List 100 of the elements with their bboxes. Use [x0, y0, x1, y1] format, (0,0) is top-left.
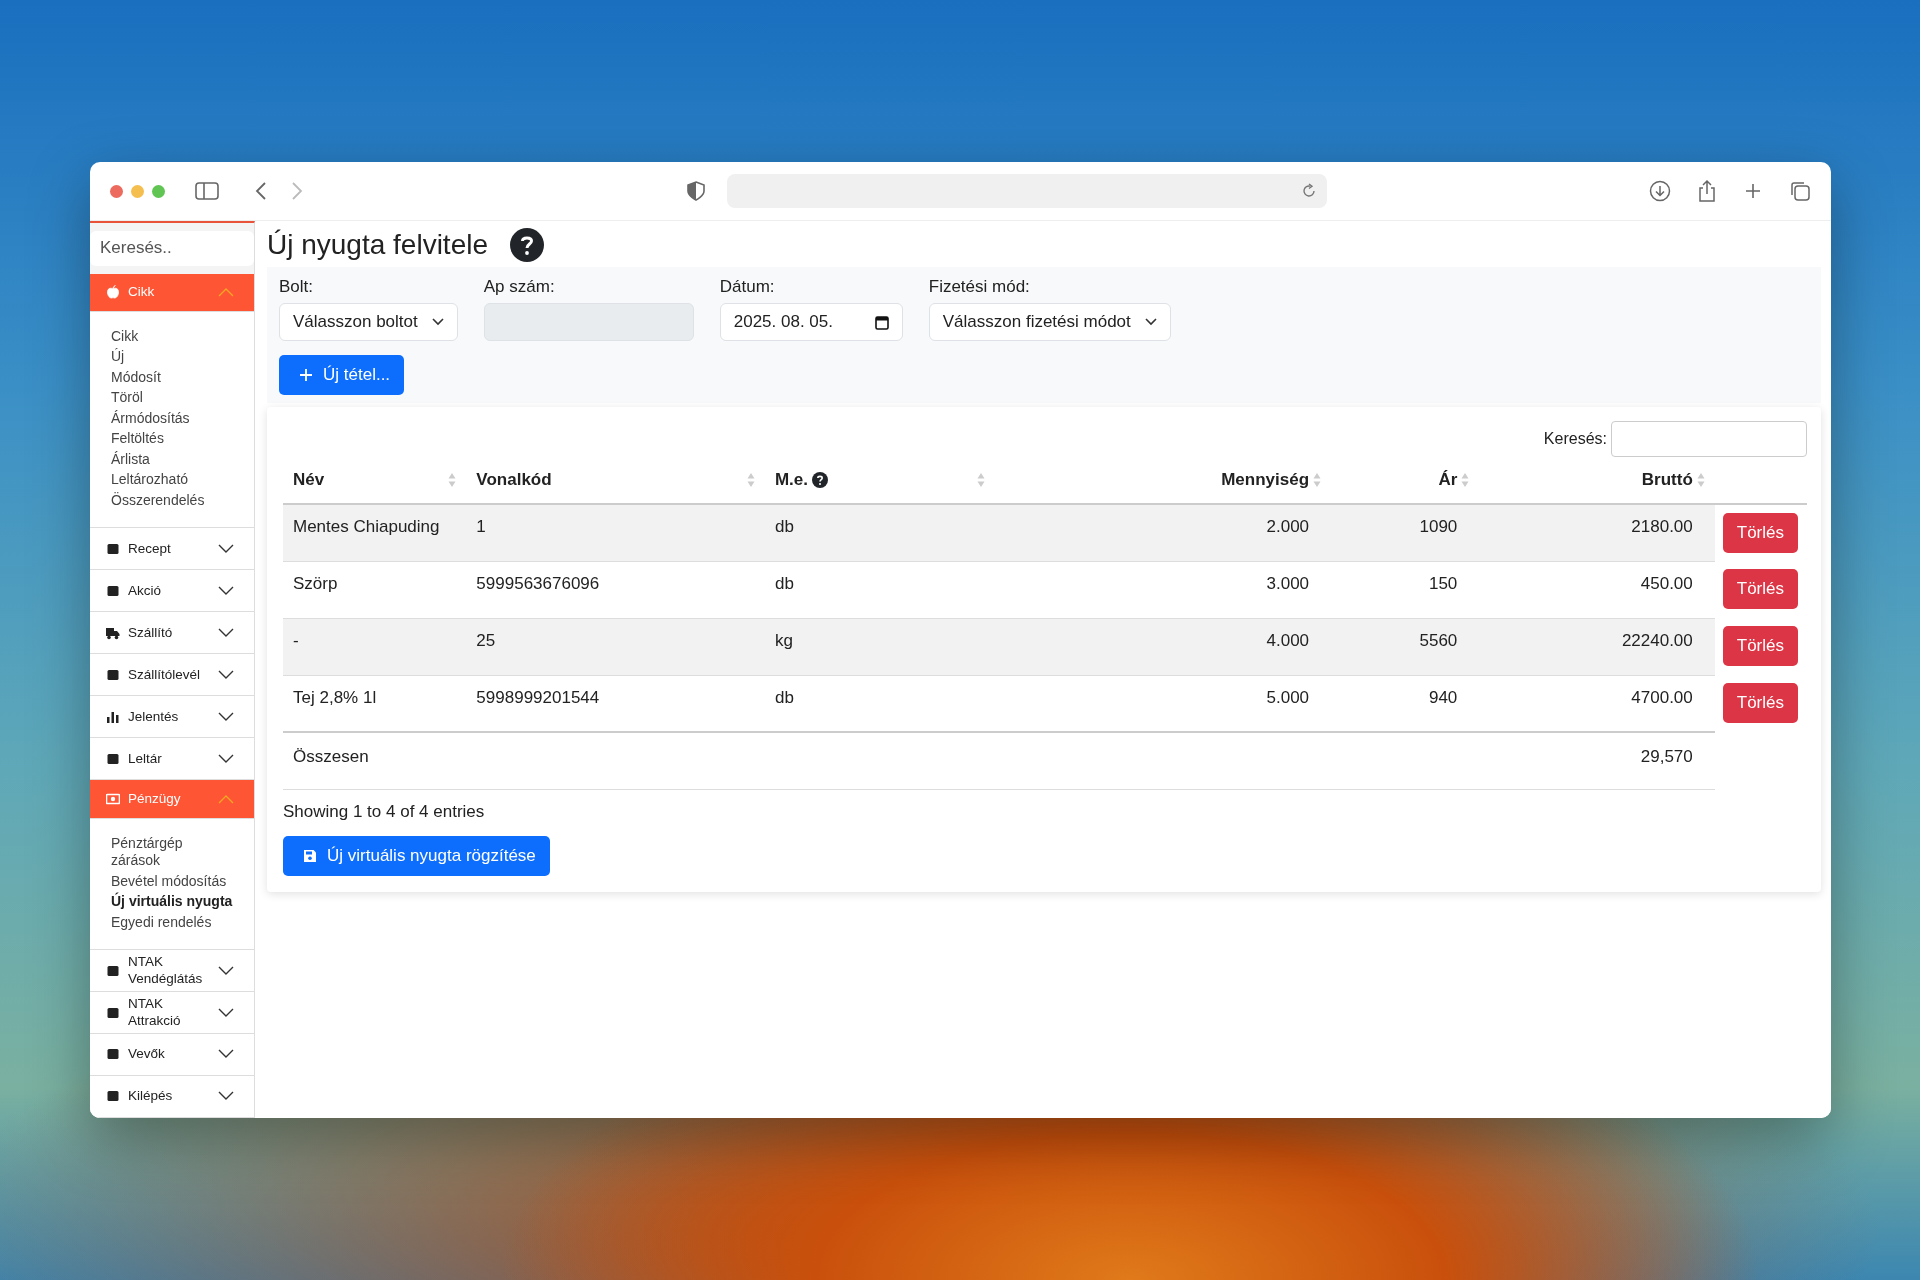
close-window-icon[interactable]	[110, 184, 123, 198]
sidebar-section-header[interactable]: Szállító	[90, 612, 254, 655]
sidebar-link[interactable]: Bevétel módosítás	[111, 872, 235, 891]
delete-button[interactable]: Törlés	[1722, 513, 1798, 553]
input-field[interactable]	[483, 303, 694, 341]
table-cell: db	[764, 675, 996, 732]
plus-icon[interactable]	[1743, 181, 1763, 201]
money-icon	[106, 791, 120, 806]
chevron-icon	[218, 793, 234, 804]
table-cell: Szörp	[283, 561, 467, 618]
chevron-icon	[218, 1091, 234, 1102]
sidebar-link[interactable]: Leltározható	[111, 471, 235, 489]
calendar-icon[interactable]	[874, 314, 889, 330]
add-item-button[interactable]: Új tétel...	[279, 355, 405, 395]
sidebar-section-header[interactable]: Recept	[90, 528, 254, 571]
dropdown[interactable]: Válasszon fizetési módot	[928, 303, 1171, 341]
chevron-icon	[218, 627, 234, 638]
column-header[interactable]: Név	[283, 470, 467, 490]
chevron-icon	[218, 711, 234, 722]
chevron-icon	[218, 543, 234, 554]
page-title: Új nyugta felvitele	[267, 229, 488, 261]
date-field[interactable]: 2025. 08. 05.	[719, 303, 903, 341]
column-header[interactable]: Vonalkód	[466, 470, 765, 490]
dropdown[interactable]: Válasszon boltot	[279, 303, 458, 341]
sort-icon[interactable]	[1696, 472, 1705, 488]
table-cell: 2180.00	[1479, 504, 1715, 561]
back-icon[interactable]	[255, 182, 267, 200]
sort-icon[interactable]	[448, 472, 457, 488]
sidebar-section-label: Recept	[128, 540, 172, 557]
shield-icon[interactable]	[687, 181, 705, 201]
sort-icon[interactable]	[746, 472, 755, 488]
sidebar-link[interactable]: Feltöltés	[111, 430, 235, 448]
sidebar-section-header[interactable]: NTAK Vendéglátás	[90, 950, 254, 993]
table-cell: 3.000	[995, 561, 1332, 618]
table-cell: db	[764, 504, 996, 561]
sidebar-section-header[interactable]: Akció	[90, 570, 254, 613]
table-cell: Tej 2,8% 1l	[283, 675, 467, 732]
table-cell: db	[764, 561, 996, 618]
bar-chart-icon	[106, 709, 120, 724]
column-header[interactable]: Ár	[1331, 470, 1480, 490]
sidebar-link[interactable]: Módosít	[111, 368, 235, 387]
share-icon[interactable]	[1697, 179, 1717, 203]
column-header[interactable]: Bruttó	[1479, 470, 1715, 490]
sidebar-search-field[interactable]: Keresés..	[90, 231, 254, 266]
table-cell: 150	[1331, 561, 1480, 618]
sidebar-link[interactable]: Új	[111, 348, 235, 366]
sidebar-section-header[interactable]: Kilépés	[90, 1075, 254, 1118]
save-receipt-button[interactable]: Új virtuális nyugta rögzítése	[283, 835, 550, 876]
column-header[interactable]: M.e.	[764, 470, 996, 490]
sidebar-link[interactable]: Összerendelés	[111, 491, 235, 510]
sidebar-link[interactable]: Árlista	[111, 450, 235, 469]
chevron-icon	[218, 585, 234, 596]
sidebar-toggle-icon[interactable]	[195, 182, 219, 200]
sidebar-section-header[interactable]: Jelentés	[90, 696, 254, 739]
delete-button[interactable]: Törlés	[1722, 569, 1798, 609]
table-cell: 4700.00	[1479, 675, 1715, 732]
sidebar-section-label: Cikk	[128, 284, 156, 301]
caret-icon	[1144, 318, 1157, 326]
table-cell: 2.000	[995, 504, 1332, 561]
caret-icon	[431, 318, 444, 326]
sidebar-section-header[interactable]: Szállítólevél	[90, 654, 254, 697]
plus-icon	[299, 368, 313, 382]
delete-button[interactable]: Törlés	[1722, 626, 1798, 666]
sidebar-section-label: Akció	[128, 582, 162, 599]
table-cell: 940	[1331, 675, 1480, 732]
sort-icon[interactable]	[977, 472, 986, 488]
sidebar-section-header[interactable]: NTAK Attrakció	[90, 992, 254, 1034]
chevron-icon	[218, 1049, 234, 1060]
sort-icon[interactable]	[1461, 472, 1470, 488]
sidebar-link[interactable]: Cikk	[111, 327, 235, 346]
chevron-icon	[218, 965, 234, 976]
sidebar-link[interactable]: Egyedi rendelés	[111, 913, 235, 932]
sidebar-section-header[interactable]: Leltár	[90, 738, 254, 781]
sidebar-link[interactable]: Új virtuális nyugta	[111, 893, 235, 911]
forward-icon[interactable]	[291, 182, 303, 200]
delete-button[interactable]: Törlés	[1722, 683, 1798, 723]
search-label: Keresés:	[1543, 430, 1607, 448]
table-cell: 1	[466, 504, 765, 561]
table-cell: 5999563676096	[466, 561, 765, 618]
help-icon[interactable]	[510, 228, 544, 262]
sort-icon[interactable]	[1313, 472, 1322, 488]
sidebar-link[interactable]: Ármódosítás	[111, 409, 235, 428]
sidebar-link[interactable]: Töröl	[111, 389, 235, 407]
tabs-overview-icon[interactable]	[1789, 180, 1811, 202]
zoom-window-icon[interactable]	[152, 184, 165, 198]
sidebar-link[interactable]: Pénztárgép zárások	[111, 834, 235, 870]
sidebar-section-header[interactable]: Vevők	[90, 1034, 254, 1076]
sidebar-section-label: NTAK Attrakció	[128, 996, 182, 1029]
minimize-window-icon[interactable]	[131, 184, 144, 198]
column-header[interactable]: Mennyiség	[995, 470, 1332, 490]
table-cell: 5560	[1331, 618, 1480, 675]
download-icon[interactable]	[1649, 180, 1671, 202]
chevron-icon	[218, 669, 234, 680]
sidebar-section-label: Szállítólevél	[128, 666, 202, 683]
sidebar-section-label: Szállító	[128, 624, 174, 641]
chevron-icon	[218, 1007, 234, 1018]
reload-icon[interactable]	[1301, 183, 1317, 199]
help-icon[interactable]	[812, 472, 828, 488]
field-label: Dátum:	[719, 277, 776, 297]
table-search-field[interactable]	[1611, 421, 1807, 457]
